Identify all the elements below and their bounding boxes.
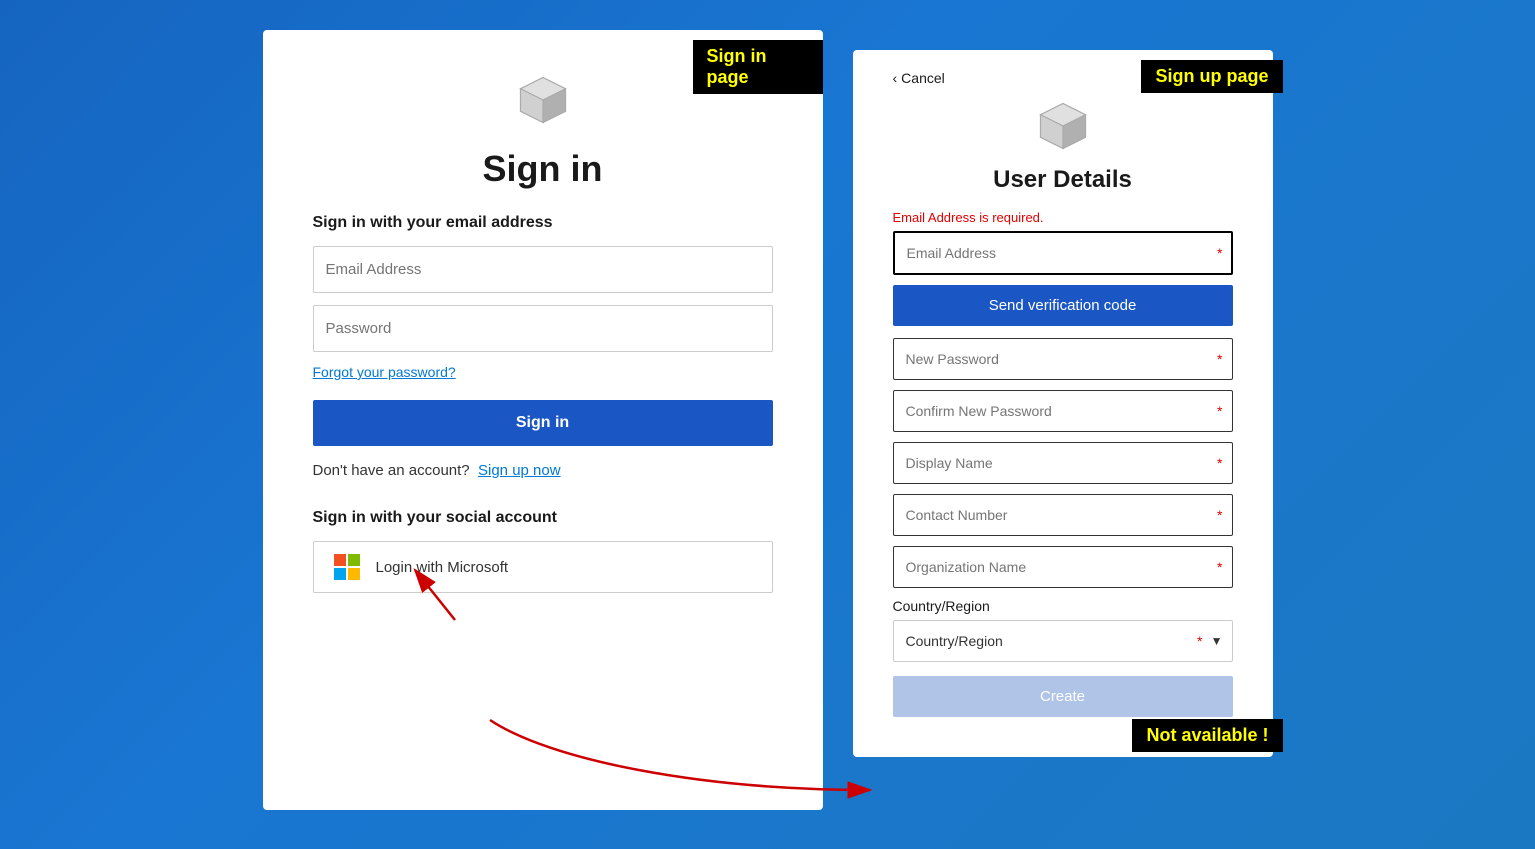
signup-email-input[interactable] <box>893 231 1233 275</box>
signup-cube-icon <box>1033 96 1093 156</box>
cube-icon <box>513 70 573 130</box>
new-password-wrapper: * <box>893 338 1233 380</box>
confirm-password-input[interactable] <box>893 390 1233 432</box>
confirm-password-wrapper: * <box>893 390 1233 432</box>
signup-prompt: Don't have an account? Sign up now <box>313 462 561 479</box>
signup-annotation: Sign up page <box>1141 60 1282 93</box>
cancel-link[interactable]: ‹ Cancel <box>893 70 945 86</box>
microsoft-logo-icon <box>334 554 360 580</box>
display-name-required-star: * <box>1217 455 1222 471</box>
not-available-annotation: Not available ! <box>1132 719 1282 752</box>
country-select-wrapper: Country/Region ▼ * <box>893 620 1233 662</box>
contact-required-star: * <box>1217 507 1222 523</box>
new-password-input[interactable] <box>893 338 1233 380</box>
display-name-input[interactable] <box>893 442 1233 484</box>
signup-title: User Details <box>993 166 1132 194</box>
signin-button[interactable]: Sign in <box>313 400 773 446</box>
confirm-password-required-star: * <box>1217 403 1222 419</box>
signin-card: Sign in Sign in with your email address … <box>263 30 823 810</box>
org-required-star: * <box>1217 559 1222 575</box>
create-button[interactable]: Create <box>893 676 1233 717</box>
signin-annotation: Sign in page <box>693 40 823 94</box>
email-field-wrapper: * <box>893 231 1233 275</box>
org-name-input[interactable] <box>893 546 1233 588</box>
password-input[interactable] <box>313 305 773 352</box>
email-input[interactable] <box>313 246 773 293</box>
org-name-wrapper: * <box>893 546 1233 588</box>
contact-number-wrapper: * <box>893 494 1233 536</box>
signup-now-link[interactable]: Sign up now <box>478 462 561 479</box>
country-required-star: * <box>1197 633 1202 649</box>
signin-subtitle: Sign in with your email address <box>313 214 553 232</box>
social-signin-title: Sign in with your social account <box>313 509 557 527</box>
contact-number-input[interactable] <box>893 494 1233 536</box>
new-password-required-star: * <box>1217 351 1222 367</box>
signup-card: ‹ Cancel User Details Email Address is r… <box>853 50 1273 757</box>
chevron-left-icon: ‹ <box>893 70 898 86</box>
microsoft-login-button[interactable]: Login with Microsoft <box>313 541 773 593</box>
signin-title: Sign in <box>313 148 773 190</box>
display-name-wrapper: * <box>893 442 1233 484</box>
country-select[interactable]: Country/Region <box>893 620 1233 662</box>
send-verification-btn[interactable]: Send verification code <box>893 285 1233 326</box>
email-required-star: * <box>1217 245 1222 261</box>
country-label: Country/Region <box>893 598 990 614</box>
forgot-password-link[interactable]: Forgot your password? <box>313 364 456 380</box>
email-error-text: Email Address is required. <box>893 210 1044 225</box>
